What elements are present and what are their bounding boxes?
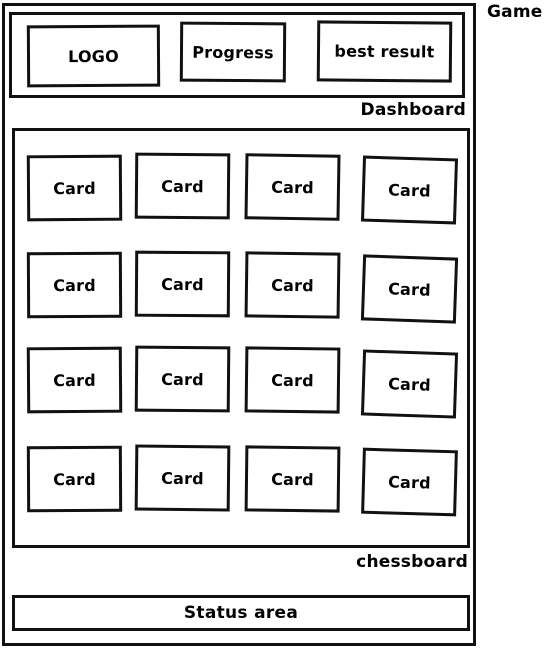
card[interactable]: Card [26,251,123,319]
card[interactable]: Card [244,445,341,513]
card-label: Card [53,178,96,198]
dashboard-progress-box[interactable]: Progress [179,21,287,83]
card[interactable]: Card [361,447,458,517]
dashboard-best-result-box[interactable]: best result [316,20,453,83]
card-label: Card [53,275,96,295]
card[interactable]: Card [244,251,341,319]
dashboard-panel-label: Dashboard [360,100,466,120]
status-area-label: Status area [183,603,299,623]
card[interactable]: Card [360,349,459,419]
card-label: Card [161,176,204,196]
dashboard-best-result-label: best result [334,41,435,62]
card[interactable]: Card [134,250,231,318]
card-label: Card [271,370,314,390]
card-label: Card [387,278,432,300]
card[interactable]: Card [360,254,459,324]
card[interactable]: Card [244,153,341,221]
card-label: Card [161,468,204,488]
chessboard-panel-label: chessboard [356,552,468,572]
card-label: Card [387,179,432,201]
dashboard-logo-label: LOGO [68,46,119,66]
card-label: Card [387,471,432,493]
card-label: Card [53,370,96,390]
card-label: Card [53,469,96,489]
card[interactable]: Card [134,152,231,220]
card[interactable]: Card [134,345,231,413]
card-label: Card [161,274,204,294]
card-label: Card [161,369,204,389]
card[interactable]: Card [244,346,341,414]
card-label: Card [387,373,432,395]
card-label: Card [271,469,314,489]
game-frame-label: Game [487,2,543,22]
dashboard-progress-label: Progress [192,42,274,62]
dashboard-logo-box[interactable]: LOGO [26,24,161,88]
card[interactable]: Card [26,445,123,513]
card[interactable]: Card [360,155,459,225]
status-area: Status area [12,595,470,631]
card-label: Card [271,177,314,197]
card-label: Card [271,275,314,295]
card[interactable]: Card [26,154,123,222]
card[interactable]: Card [134,444,231,512]
card[interactable]: Card [26,346,123,414]
